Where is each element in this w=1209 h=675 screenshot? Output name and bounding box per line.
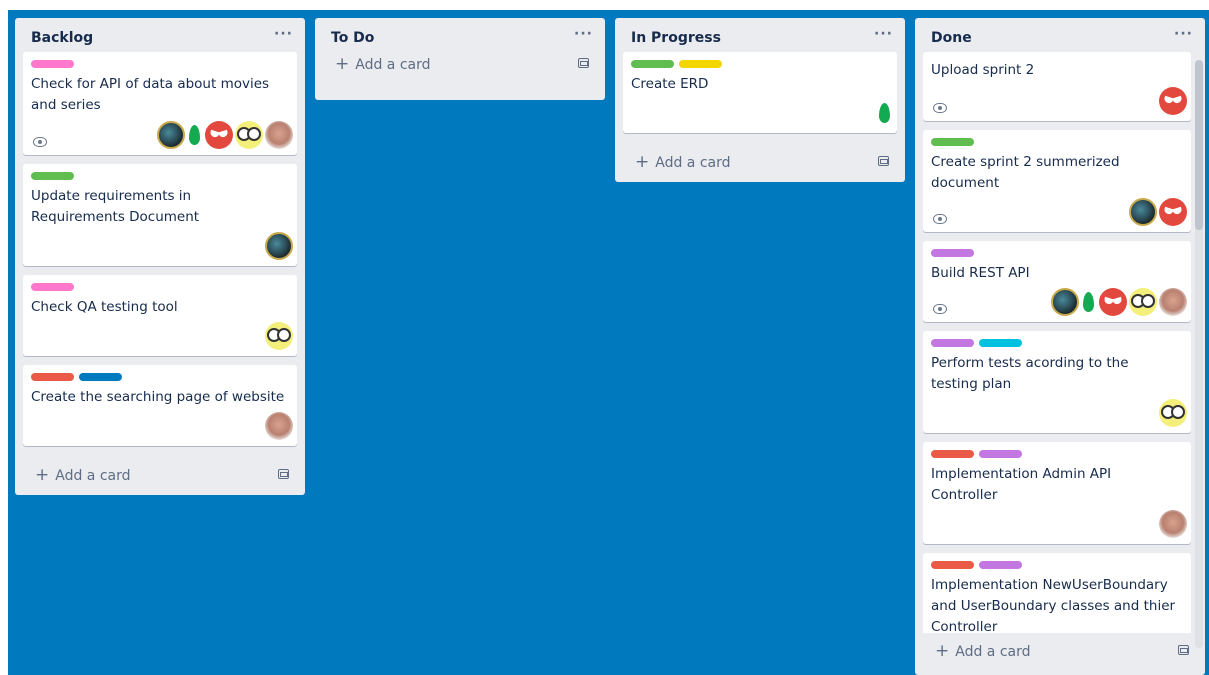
elf-avatar[interactable] xyxy=(265,412,293,440)
earth-avatar[interactable] xyxy=(1129,198,1157,226)
elf-avatar[interactable] xyxy=(1159,288,1187,316)
card-title: Implementation NewUserBoundary and UserB… xyxy=(931,577,1176,633)
label-green[interactable] xyxy=(931,138,974,146)
leaf-avatar[interactable] xyxy=(877,99,893,127)
list-header[interactable]: Done ··· xyxy=(915,18,1205,52)
label-pink[interactable] xyxy=(31,283,74,291)
leaf-avatar[interactable] xyxy=(1081,288,1097,316)
leaf-icon xyxy=(879,103,890,123)
list-title[interactable]: In Progress xyxy=(631,30,721,46)
card-title: Check for API of data about movies and s… xyxy=(31,76,270,113)
list-todo: To Do ··· + Add a card xyxy=(315,18,605,100)
red-face-avatar[interactable] xyxy=(1159,198,1187,226)
list-menu-icon[interactable]: ··· xyxy=(1174,26,1193,42)
earth-avatar[interactable] xyxy=(265,232,293,260)
add-card-button[interactable]: + Add a card xyxy=(15,455,305,495)
card-template-icon[interactable] xyxy=(878,156,889,166)
label-blue[interactable] xyxy=(79,373,122,381)
label-sky[interactable] xyxy=(979,339,1022,347)
card[interactable]: Implementation NewUserBoundary and UserB… xyxy=(923,553,1191,633)
list-in-progress: In Progress ··· Create ERD + Add a card xyxy=(615,18,905,182)
list-header[interactable]: Backlog ··· xyxy=(15,18,305,52)
list-menu-icon[interactable]: ··· xyxy=(874,26,893,42)
earth-avatar[interactable] xyxy=(157,121,185,149)
label-red[interactable] xyxy=(931,450,974,458)
label-purple[interactable] xyxy=(931,249,974,257)
card[interactable]: Create sprint 2 summerized document xyxy=(923,130,1191,232)
list-done: Done ··· Upload sprint 2 Create sprint 2… xyxy=(915,18,1205,675)
card-title: Implementation Admin API Controller xyxy=(931,466,1112,503)
card-title: Create the searching page of website xyxy=(31,389,285,405)
earth-avatar[interactable] xyxy=(1051,288,1079,316)
card-template-icon[interactable] xyxy=(578,58,589,68)
card[interactable]: Upload sprint 2 xyxy=(923,52,1191,121)
card-template-icon[interactable] xyxy=(278,469,289,479)
label-purple[interactable] xyxy=(979,450,1022,458)
list-title[interactable]: Backlog xyxy=(31,30,93,46)
add-card-label: Add a card xyxy=(955,644,1031,660)
watch-icon xyxy=(33,137,47,147)
plus-icon: + xyxy=(35,465,50,485)
elf-avatar[interactable] xyxy=(265,121,293,149)
add-card-button[interactable]: + Add a card xyxy=(615,142,905,182)
plus-icon: + xyxy=(935,641,950,661)
card[interactable]: Implementation Admin API Controller xyxy=(923,442,1191,544)
card-title: Create sprint 2 summerized document xyxy=(931,154,1120,191)
leaf-avatar[interactable] xyxy=(187,121,203,149)
card[interactable]: Build REST API xyxy=(923,241,1191,322)
card-template-icon[interactable] xyxy=(1178,645,1189,655)
label-red[interactable] xyxy=(931,561,974,569)
watch-icon xyxy=(933,214,947,224)
watch-icon xyxy=(933,103,947,113)
label-pink[interactable] xyxy=(31,60,74,68)
leaf-icon xyxy=(189,125,200,145)
scrollbar[interactable] xyxy=(1195,60,1203,648)
label-green[interactable] xyxy=(31,172,74,180)
add-card-label: Add a card xyxy=(55,468,131,484)
card-title: Update requirements in Requirements Docu… xyxy=(31,188,200,225)
card-title: Build REST API xyxy=(931,265,1030,281)
card-title: Perform tests acording to the testing pl… xyxy=(931,355,1129,392)
plus-icon: + xyxy=(635,152,650,172)
googly-eyes-avatar[interactable] xyxy=(235,121,263,149)
plus-icon: + xyxy=(335,54,350,74)
add-card-label: Add a card xyxy=(355,57,431,73)
label-purple[interactable] xyxy=(931,339,974,347)
list-header[interactable]: In Progress ··· xyxy=(615,18,905,52)
elf-avatar[interactable] xyxy=(1159,510,1187,538)
googly-eyes-avatar[interactable] xyxy=(1159,399,1187,427)
add-card-button[interactable]: + Add a card xyxy=(315,52,605,100)
red-face-avatar[interactable] xyxy=(1159,87,1187,115)
leaf-icon xyxy=(1083,292,1094,312)
label-green[interactable] xyxy=(631,60,674,68)
done-cards-scroll[interactable]: Upload sprint 2 Create sprint 2 summeriz… xyxy=(915,52,1205,633)
add-card-button[interactable]: + Add a card xyxy=(915,633,1205,673)
card[interactable]: Create ERD xyxy=(623,52,897,133)
card[interactable]: Check for API of data about movies and s… xyxy=(23,52,297,155)
scrollbar-thumb[interactable] xyxy=(1195,60,1203,230)
label-purple[interactable] xyxy=(979,561,1022,569)
card[interactable]: Create the searching page of website xyxy=(23,365,297,446)
list-menu-icon[interactable]: ··· xyxy=(574,26,593,42)
card[interactable]: Perform tests acording to the testing pl… xyxy=(923,331,1191,433)
board: Backlog ··· Check for API of data about … xyxy=(8,10,1209,675)
add-card-label: Add a card xyxy=(655,155,731,171)
card-title: Upload sprint 2 xyxy=(931,62,1035,78)
card[interactable]: Check QA testing tool xyxy=(23,275,297,356)
googly-eyes-avatar[interactable] xyxy=(265,322,293,350)
red-face-avatar[interactable] xyxy=(205,121,233,149)
list-menu-icon[interactable]: ··· xyxy=(274,26,293,42)
watch-icon xyxy=(933,304,947,314)
list-title[interactable]: To Do xyxy=(331,30,374,46)
label-yellow[interactable] xyxy=(679,60,722,68)
label-red[interactable] xyxy=(31,373,74,381)
card-title: Check QA testing tool xyxy=(31,299,178,315)
googly-eyes-avatar[interactable] xyxy=(1129,288,1157,316)
card[interactable]: Update requirements in Requirements Docu… xyxy=(23,164,297,266)
list-header[interactable]: To Do ··· xyxy=(315,18,605,52)
list-backlog: Backlog ··· Check for API of data about … xyxy=(15,18,305,495)
card-title: Create ERD xyxy=(631,76,709,92)
red-face-avatar[interactable] xyxy=(1099,288,1127,316)
list-title[interactable]: Done xyxy=(931,30,972,46)
